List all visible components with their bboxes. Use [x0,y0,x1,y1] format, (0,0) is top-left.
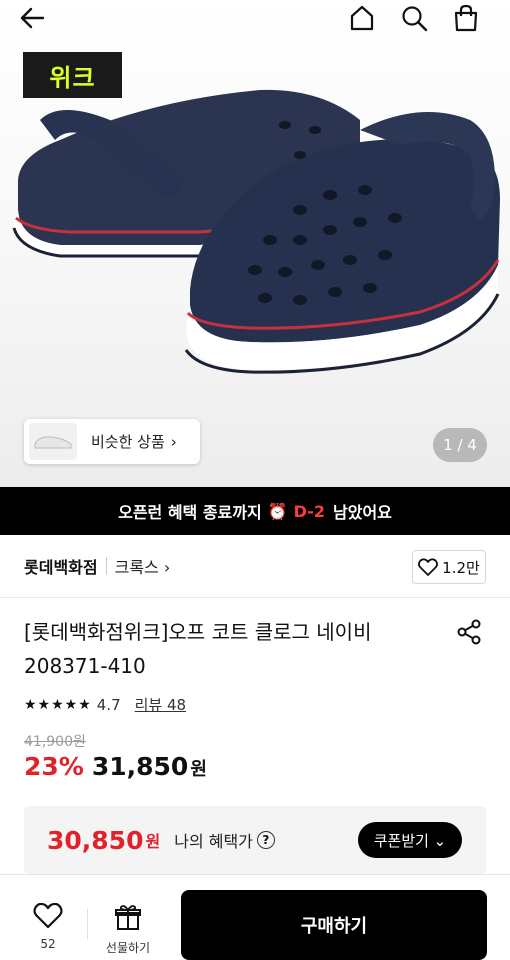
store-brand-row: 롯데백화점 크록스 › 1.2만 [0,535,510,598]
similar-products-label: 비슷한 상품 [91,433,165,451]
gift-icon [115,905,141,930]
benefit-price: 30,850 [47,825,144,855]
open-run-banner: 오픈런 혜택 종료까지 ⏰ D-2 남았어요 [0,487,510,535]
gift-label: 선물하기 [105,941,151,955]
share-button[interactable] [455,617,485,647]
star-rating-icon: ★★★★★ [24,696,92,713]
product-image [12,89,500,374]
banner-remaining-text: 남았어요 [333,503,392,522]
get-coupon-button[interactable]: 쿠폰받기 ⌄ [358,822,462,858]
discount-rate: 23% [24,752,84,781]
top-navigation [0,0,510,40]
shopping-bag-icon [454,4,478,32]
back-button[interactable] [16,2,48,34]
search-button[interactable] [398,2,430,34]
shoe-icon [34,435,72,448]
search-icon [402,6,428,32]
heart-icon [33,902,63,929]
home-button[interactable] [346,2,378,34]
wishlist-button[interactable]: 52 [26,902,70,951]
like-button[interactable]: 1.2만 [412,550,486,584]
share-icon [457,619,481,645]
gift-button[interactable]: 선물하기 [96,903,160,956]
alarm-clock-icon: ⏰ [267,501,288,521]
like-count: 1.2만 [442,558,480,577]
brand-link[interactable]: 크록스 › [115,554,171,578]
product-title: [롯데백화점위크]오프 코트 클로그 네이비 208371-410 [24,620,372,678]
home-icon [350,5,374,31]
store-name[interactable]: 롯데백화점 [24,554,98,578]
benefit-price-box: 30,850 원 나의 혜택가 ? 쿠폰받기 ⌄ [24,806,486,874]
product-image-carousel[interactable]: 위크 비슷한 상품 › 1 / 4 [0,0,510,487]
rating-row: ★★★★★ 4.7 리뷰 48 [24,694,186,715]
arrow-left-icon [20,7,45,29]
cart-button[interactable] [450,2,482,34]
buy-button[interactable]: 구매하기 [181,890,487,960]
banner-text: 오픈런 혜택 종료까지 [118,503,262,522]
price-row: 23% 31,850 원 [24,752,207,781]
original-price: 41,900원 [24,734,86,750]
benefit-currency: 원 [145,832,161,851]
similar-products-button[interactable]: 비슷한 상품 › [24,419,200,464]
carousel-page-indicator: 1 / 4 [433,428,487,462]
divider [105,557,107,575]
divider [87,909,88,939]
bottom-action-bar: 52 선물하기 구매하기 [0,874,510,960]
info-icon[interactable]: ? [256,831,275,849]
rating-value: 4.7 [96,695,121,714]
similar-product-thumbnail [29,423,77,460]
chevron-right-icon: › [170,432,177,451]
wishlist-count: 52 [40,937,56,951]
currency-unit: 원 [190,759,207,780]
heart-icon [418,558,439,576]
review-link[interactable]: 리뷰 48 [135,694,186,715]
sale-price: 31,850 [91,752,189,781]
benefit-label: 나의 혜택가 [174,832,253,851]
dday-label: D-2 [293,501,325,521]
